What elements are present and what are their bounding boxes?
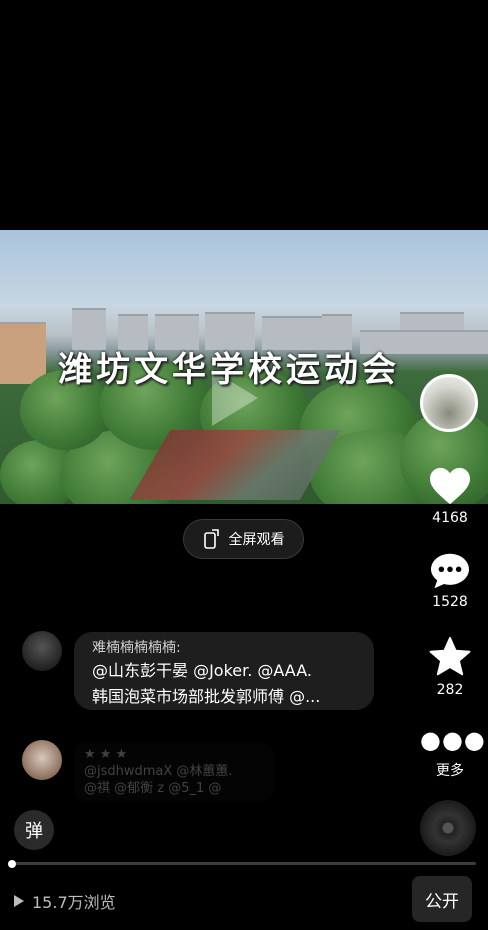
emoji-row: ★ ★ ★ <box>84 747 128 762</box>
more-dots-icon: ●●● <box>420 726 486 754</box>
building <box>0 322 46 384</box>
rotate-screen-icon <box>203 529 219 549</box>
comment-count: 1528 <box>432 594 468 610</box>
danmu-label: 弹 <box>25 821 43 842</box>
comment-bubble-faded: ★ ★ ★ @jsdhwdmaX @林蕙蕙. @祺 @郁衡 z @5_1 @ <box>74 742 274 802</box>
play-small-icon <box>14 895 24 907</box>
danmu-toggle-button[interactable]: 弹 <box>14 810 54 850</box>
comment-text-line: @山东彭干晏 @Joker. @AAA. <box>92 661 312 680</box>
music-disc-icon[interactable] <box>420 800 476 856</box>
like-button[interactable]: 4168 <box>420 466 480 526</box>
video-title: 潍坊文华学校运动会 <box>58 350 400 390</box>
comment-bubble[interactable]: 难楠楠楠楠楠: @山东彭干晏 @Joker. @AAA. 韩国泡菜市场部批发郭师… <box>74 632 374 710</box>
comment-author: 难楠楠楠楠楠: <box>92 640 181 656</box>
comment-text-line: @祺 @郁衡 z @5_1 @ <box>84 781 222 796</box>
author-avatar[interactable] <box>420 374 478 432</box>
view-count-label: 15.7万浏览 <box>32 893 116 912</box>
favorite-button[interactable]: 282 <box>420 636 480 698</box>
comment-text-line: @jsdhwdmaX @林蕙蕙. <box>84 764 233 779</box>
more-button[interactable]: ●●● 更多 <box>420 726 486 780</box>
comment-button[interactable]: 1528 <box>420 552 480 610</box>
progress-bar[interactable] <box>10 862 476 865</box>
fullscreen-button[interactable]: 全屏观看 <box>183 519 304 559</box>
view-count: 15.7万浏览 <box>14 889 116 913</box>
star-icon <box>429 636 471 676</box>
video-player[interactable]: 潍坊文华学校运动会 <box>0 230 488 504</box>
comment-icon <box>431 553 469 589</box>
heart-icon <box>430 467 470 505</box>
visibility-public-button[interactable]: 公开 <box>412 876 472 922</box>
like-count: 4168 <box>432 510 468 526</box>
comment-text-line: 韩国泡菜市场部批发郭师傅 @... <box>92 687 321 706</box>
more-label: 更多 <box>436 763 464 779</box>
fullscreen-label: 全屏观看 <box>228 532 285 548</box>
commenter-avatar[interactable] <box>22 740 62 780</box>
progress-knob[interactable] <box>8 860 16 868</box>
commenter-avatar[interactable] <box>22 631 62 671</box>
public-label: 公开 <box>425 891 459 912</box>
favorite-count: 282 <box>436 682 464 698</box>
